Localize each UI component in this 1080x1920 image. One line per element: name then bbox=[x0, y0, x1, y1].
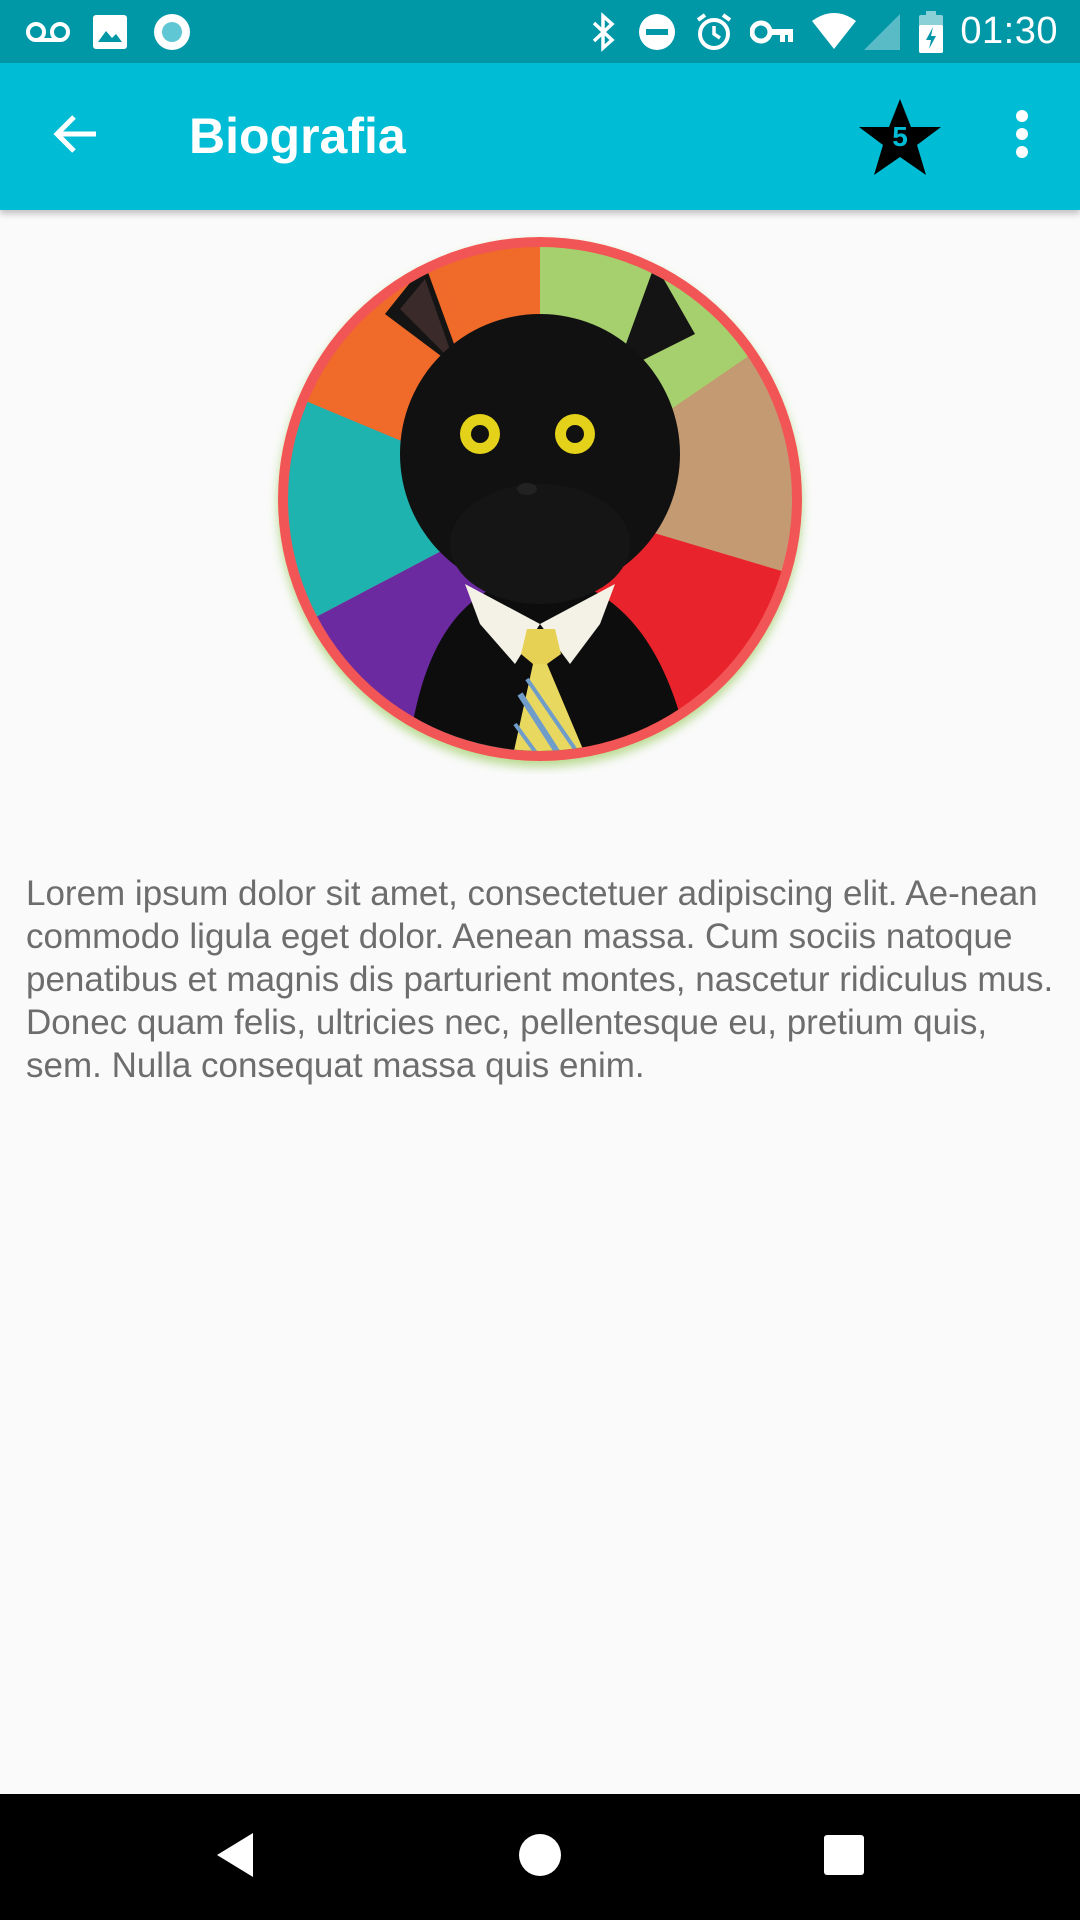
arrow-back-icon bbox=[52, 114, 98, 159]
overflow-menu-button[interactable] bbox=[990, 91, 1054, 181]
nav-back-button[interactable] bbox=[172, 1794, 298, 1920]
profile-avatar bbox=[265, 224, 815, 774]
recents-square-icon bbox=[823, 1834, 865, 1881]
alarm-icon bbox=[694, 0, 734, 63]
back-triangle-icon bbox=[213, 1831, 257, 1884]
do-not-disturb-icon bbox=[638, 0, 676, 63]
business-cat-image bbox=[288, 247, 792, 751]
navigation-bar bbox=[0, 1794, 1080, 1920]
status-bar: 01:30 bbox=[0, 0, 1080, 63]
voicemail-icon bbox=[26, 0, 70, 63]
image-icon bbox=[92, 0, 128, 63]
nav-home-button[interactable] bbox=[477, 1794, 603, 1920]
badge-count: 5 bbox=[892, 121, 908, 152]
bluetooth-icon bbox=[590, 0, 618, 63]
star-badge-button[interactable]: 5 bbox=[855, 93, 945, 183]
battery-charging-icon bbox=[918, 0, 944, 63]
more-vert-icon bbox=[1015, 109, 1029, 164]
back-button[interactable] bbox=[30, 91, 120, 181]
home-circle-icon bbox=[518, 1833, 562, 1882]
wifi-icon bbox=[810, 0, 858, 63]
page-title: Biografia bbox=[189, 108, 406, 164]
nav-recents-button[interactable] bbox=[781, 1794, 907, 1920]
status-time: 01:30 bbox=[960, 10, 1058, 52]
vpn-key-icon bbox=[750, 0, 794, 63]
star-icon bbox=[855, 99, 945, 187]
sync-icon bbox=[152, 0, 192, 63]
signal-icon bbox=[862, 0, 902, 63]
biography-text: Lorem ipsum dolor sit amet, consectetuer… bbox=[26, 874, 1054, 1085]
app-bar: Biografia 5 bbox=[0, 63, 1080, 210]
